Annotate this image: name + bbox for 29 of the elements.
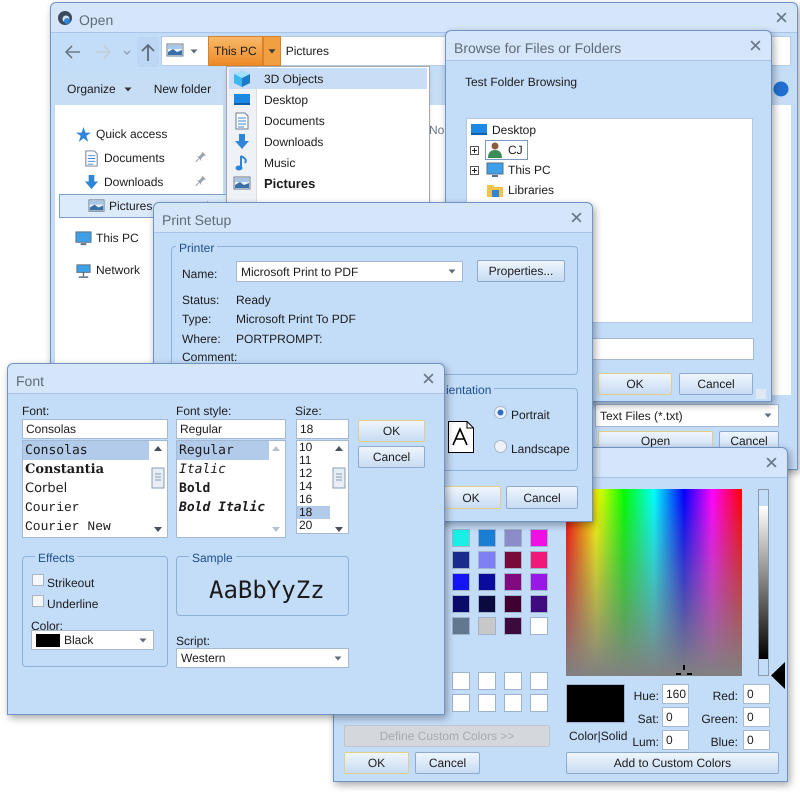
field-label: Where: [182,331,221,348]
radio-label: Portrait [511,407,550,424]
field-label: Hue: [634,688,659,705]
field-value: Ready [236,292,271,309]
prompt-text: Test Folder Browsing [465,74,578,91]
field-label: Sat: [638,711,659,728]
window-title: Browse for Files or Folders [454,39,622,58]
field-label: Script: [176,633,210,650]
field-value: PORTPROMPT: [236,331,322,348]
empty-message: No [429,122,444,139]
field-label: Lum: [632,734,659,751]
sample-text: AaBbYyZz [209,576,325,604]
radio-label: Landscape [511,441,570,458]
field-label: Font style: [176,403,232,420]
checkbox-label: Strikeout [47,575,94,592]
field-label: Comment: [182,349,238,366]
field-label: Status: [182,292,220,309]
field-label: Type: [182,311,212,328]
field-value: Microsoft Print To PDF [236,311,356,328]
checkbox-label: Underline [47,596,98,613]
field-label: Font: [22,403,50,420]
field-label: Name: [182,266,218,283]
field-label: Blue: [710,734,738,751]
field-label: Green: [701,711,738,728]
color-solid-label: Color|Solid [569,728,628,745]
window-title: Font [16,372,44,391]
field-label: Red: [712,688,738,705]
field-label: Size: [295,403,322,420]
window-title: Open [79,11,114,30]
